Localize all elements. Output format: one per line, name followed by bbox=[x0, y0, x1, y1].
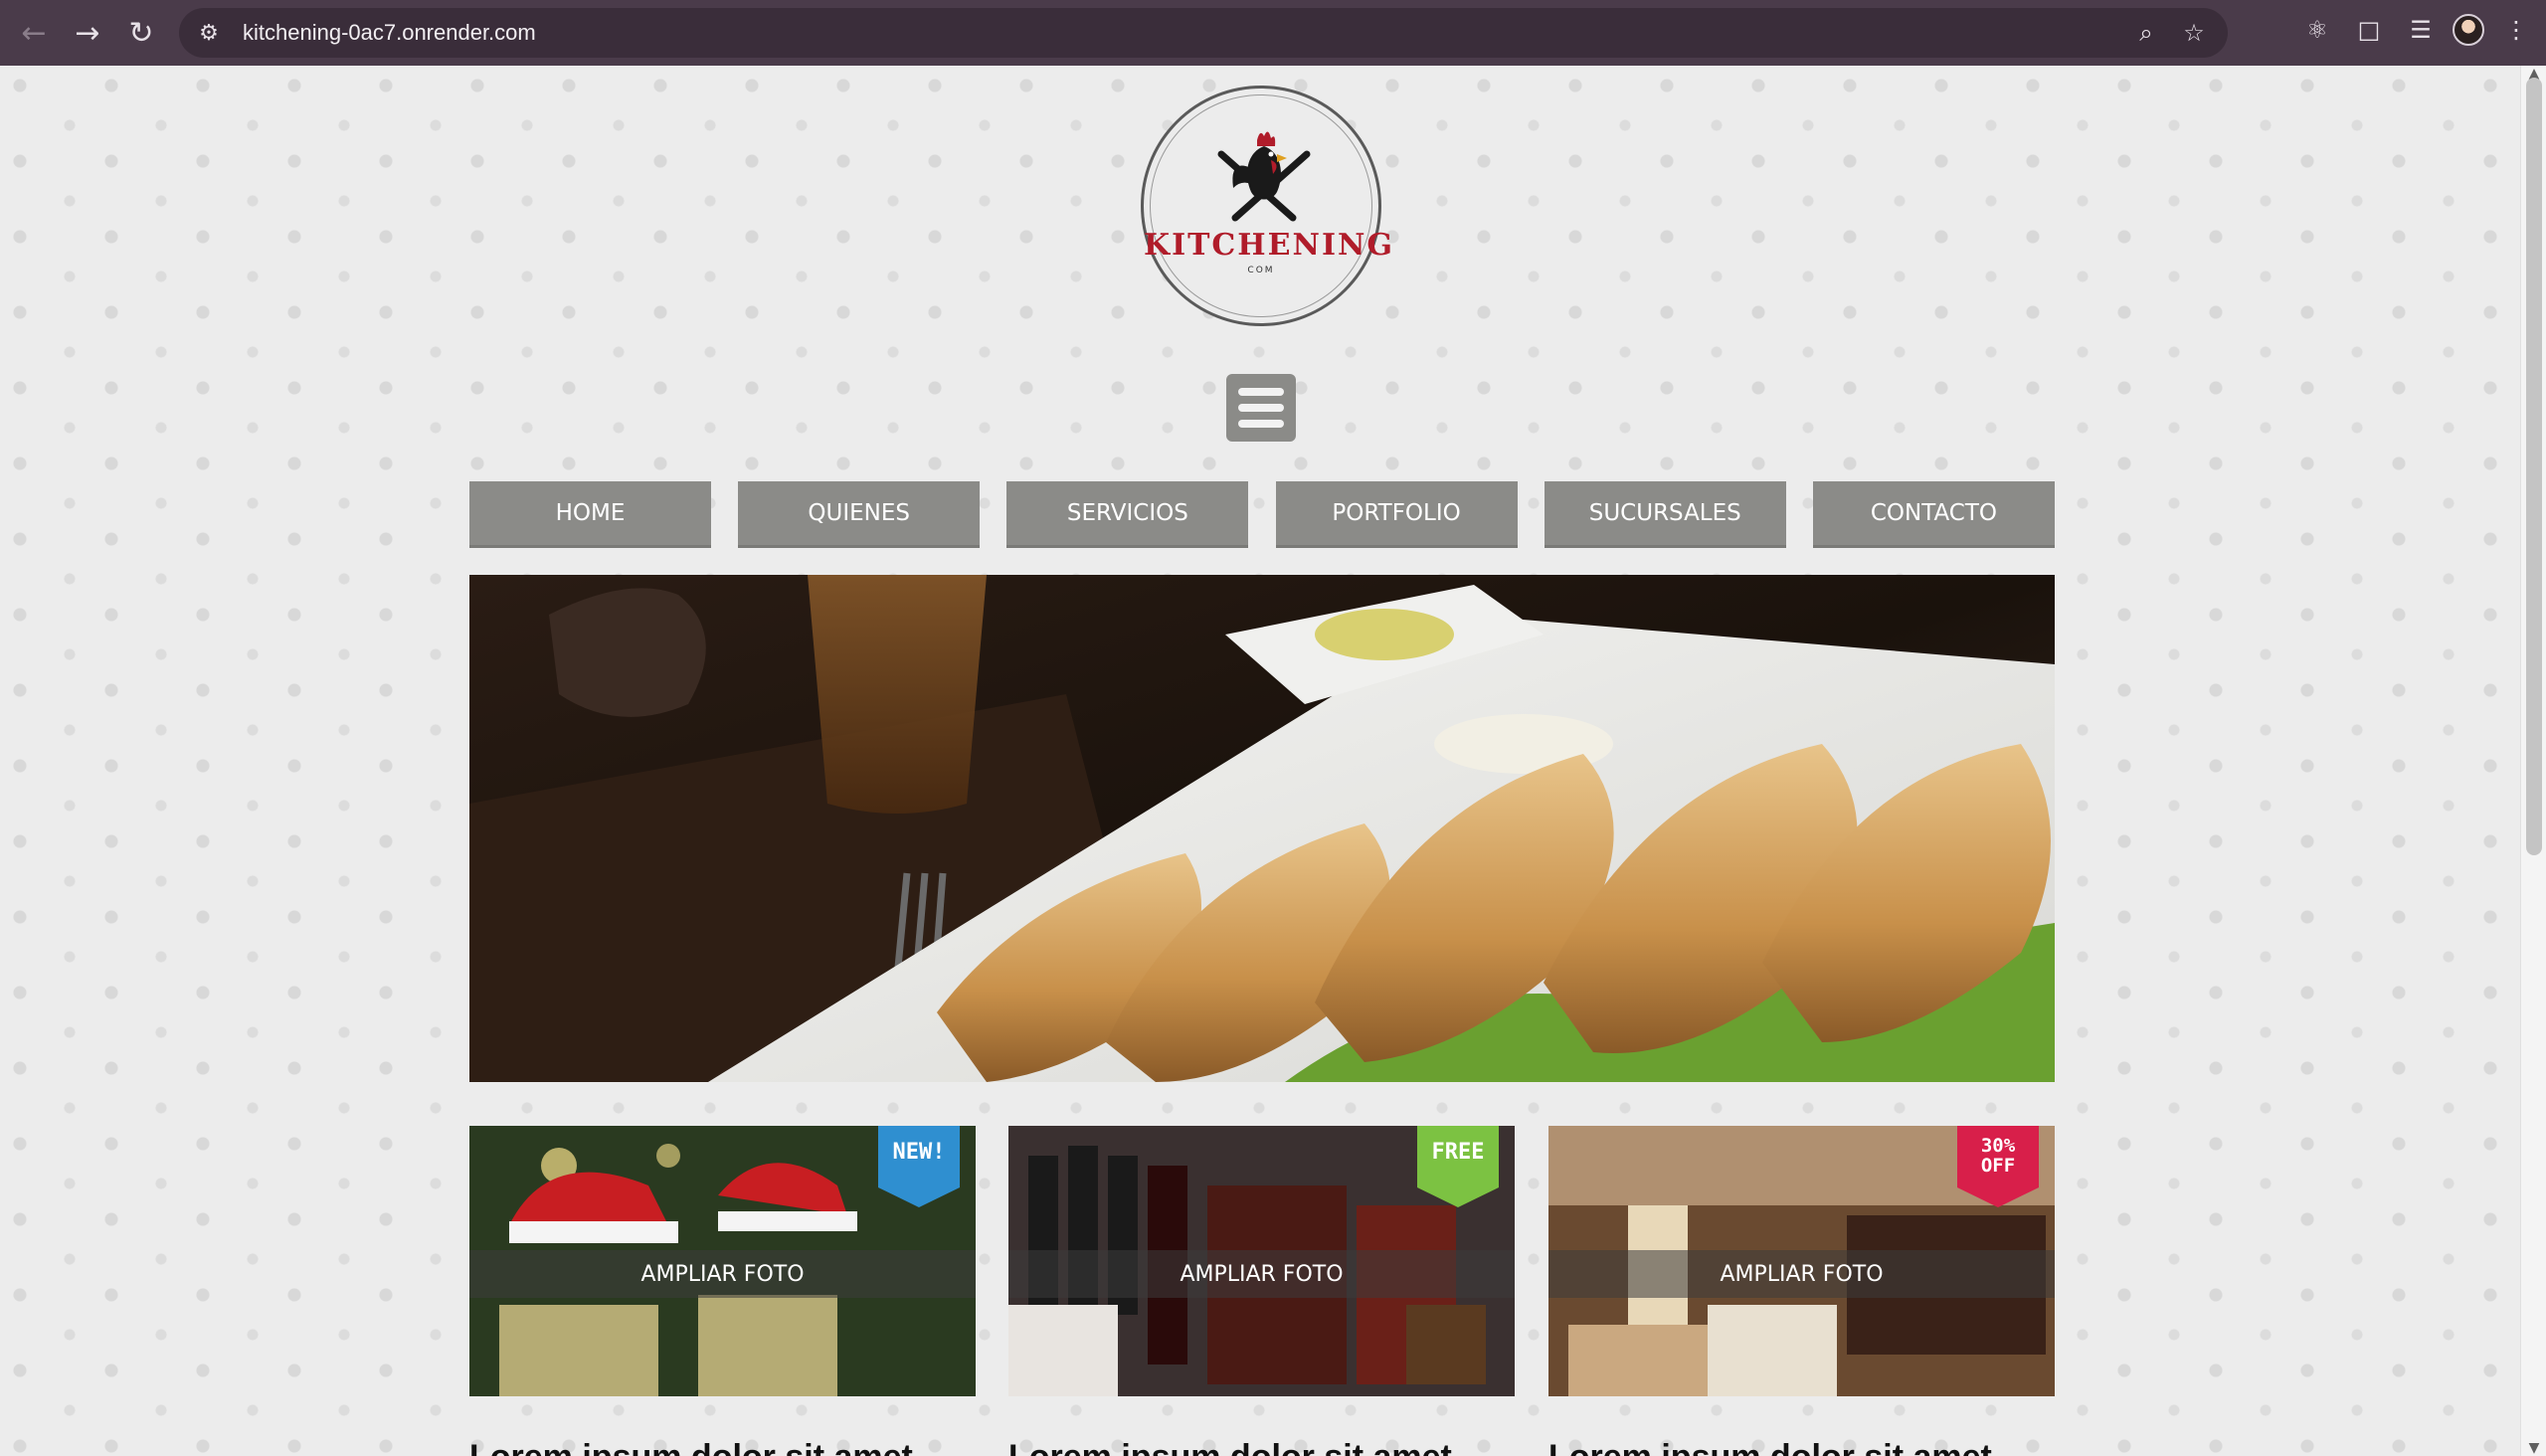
promo-card-products[interactable]: AMPLIAR FOTO FREE bbox=[1008, 1126, 1515, 1396]
url-text[interactable]: kitchening-0ac7.onrender.com bbox=[243, 20, 536, 46]
profile-avatar[interactable] bbox=[2453, 14, 2484, 46]
logo-domain: COM bbox=[1247, 266, 1275, 275]
media-queue-icon[interactable]: ☰ bbox=[2401, 10, 2441, 50]
badge-discount: 30% OFF bbox=[1957, 1126, 2039, 1207]
site-info-icon[interactable]: ⚙ bbox=[189, 13, 229, 53]
browser-toolbar: ← → ↻ ⚙ kitchening-0ac7.onrender.com ⌕ ☆… bbox=[0, 0, 2546, 66]
hamburger-menu-button[interactable] bbox=[1226, 374, 1296, 442]
badge-label: NEW! bbox=[892, 1140, 946, 1165]
hamburger-line bbox=[1238, 404, 1284, 412]
nav-home[interactable]: HOME bbox=[469, 481, 711, 548]
forward-icon[interactable]: → bbox=[68, 13, 107, 53]
site-logo[interactable]: KITCHENING COM bbox=[1141, 86, 1395, 326]
nav-quienes[interactable]: QUIENES bbox=[738, 481, 981, 548]
card-title: Lorem ipsum dolor sit amet bbox=[469, 1438, 913, 1456]
scrollbar-thumb[interactable] bbox=[2526, 78, 2542, 855]
hamburger-line bbox=[1238, 420, 1284, 428]
badge-free: FREE bbox=[1417, 1126, 1499, 1207]
page-viewport: KITCHENING COM HOME QUIENES SERVICIOS PO… bbox=[0, 66, 2546, 1456]
badge-new: NEW! bbox=[878, 1126, 960, 1207]
enlarge-photo-caption[interactable]: AMPLIAR FOTO bbox=[469, 1250, 976, 1298]
rooster-knives-icon bbox=[1217, 131, 1311, 222]
badge-label: FREE bbox=[1431, 1140, 1485, 1165]
hero-food-image bbox=[469, 575, 2055, 1082]
kebab-menu-icon[interactable]: ⋮ bbox=[2496, 10, 2536, 50]
promo-card-restaurant[interactable]: AMPLIAR FOTO 30% OFF bbox=[1548, 1126, 2055, 1396]
scroll-down-icon[interactable]: ▼ bbox=[2521, 1440, 2546, 1456]
main-nav: HOME QUIENES SERVICIOS PORTFOLIO SUCURSA… bbox=[469, 481, 2055, 548]
nav-sucursales[interactable]: SUCURSALES bbox=[1544, 481, 1786, 548]
nav-servicios[interactable]: SERVICIOS bbox=[1006, 481, 1249, 548]
card-title: Lorem ipsum dolor sit amet bbox=[1008, 1438, 1452, 1456]
enlarge-photo-caption[interactable]: AMPLIAR FOTO bbox=[1008, 1250, 1515, 1298]
zoom-icon[interactable]: ⌕ bbox=[2126, 13, 2166, 53]
card-title: Lorem ipsum dolor sit amet bbox=[1548, 1438, 1992, 1456]
hero-illustration bbox=[469, 575, 2055, 1082]
address-bar[interactable]: ⚙ kitchening-0ac7.onrender.com ⌕ ☆ bbox=[179, 8, 2228, 58]
promo-cards: AMPLIAR FOTO NEW! AMPLIAR FOTO FREE AMPL… bbox=[469, 1126, 2055, 1398]
page-scrollbar[interactable]: ▲ ▼ bbox=[2520, 66, 2546, 1456]
nav-portfolio[interactable]: PORTFOLIO bbox=[1275, 481, 1518, 548]
enlarge-photo-caption[interactable]: AMPLIAR FOTO bbox=[1548, 1250, 2055, 1298]
ribbon-badge-icon bbox=[1417, 1126, 1499, 1207]
promo-card-christmas[interactable]: AMPLIAR FOTO NEW! bbox=[469, 1126, 976, 1396]
badge-label: 30% OFF bbox=[1980, 1135, 2016, 1177]
extension-atom-icon[interactable]: ⚛ bbox=[2297, 10, 2337, 50]
logo-wordmark: KITCHENING bbox=[1144, 228, 1395, 263]
hamburger-line bbox=[1238, 388, 1284, 396]
ribbon-badge-icon bbox=[878, 1126, 960, 1207]
bookmark-star-icon[interactable]: ☆ bbox=[2174, 13, 2214, 53]
extensions-puzzle-icon[interactable]: □ bbox=[2349, 10, 2389, 50]
reload-icon[interactable]: ↻ bbox=[121, 13, 161, 53]
back-icon[interactable]: ← bbox=[14, 13, 54, 53]
nav-contacto[interactable]: CONTACTO bbox=[1812, 481, 2055, 548]
